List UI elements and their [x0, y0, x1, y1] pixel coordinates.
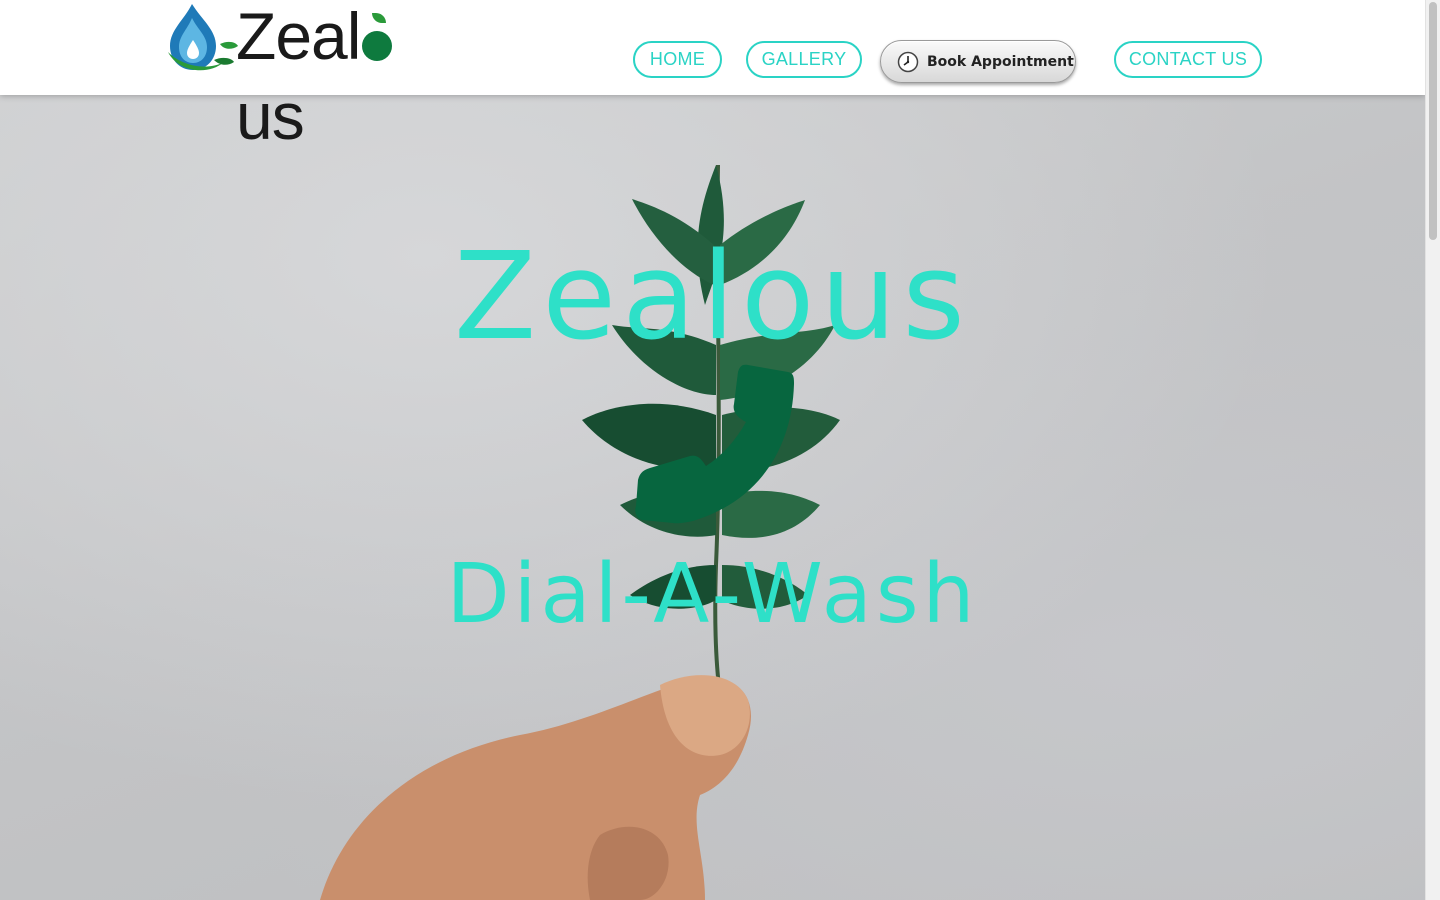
- hero-subtitle: Dial-A-Wash: [446, 547, 979, 642]
- nav-contact-button[interactable]: CONTACT US: [1114, 41, 1262, 78]
- nav-home-button[interactable]: HOME: [633, 41, 722, 78]
- site-logo[interactable]: Zeal us: [162, 0, 462, 153]
- book-appointment-button[interactable]: Book Appointment: [880, 40, 1076, 83]
- page-scrollbar[interactable]: [1425, 0, 1440, 900]
- logo-wordmark: Zeal us: [236, 0, 462, 156]
- scrollbar-thumb[interactable]: [1429, 2, 1437, 240]
- hero-title: Zealous: [454, 228, 971, 367]
- phone-icon[interactable]: [628, 360, 798, 525]
- clock-icon: [897, 51, 919, 72]
- book-appointment-label: Book Appointment: [927, 53, 1074, 70]
- logo-leaf-icon: [372, 13, 387, 23]
- nav-gallery-button[interactable]: GALLERY: [746, 41, 862, 78]
- logo-text-end: us: [236, 79, 305, 153]
- site-header: Zeal us HOME GALLERY Book Appointment CON…: [0, 0, 1425, 153]
- hero-banner: Zealous Dial-A-Wash: [0, 95, 1425, 900]
- logo-text-start: Zeal: [236, 0, 361, 73]
- logo-o-icon: [362, 13, 393, 61]
- water-drop-logo-icon: [168, 4, 238, 71]
